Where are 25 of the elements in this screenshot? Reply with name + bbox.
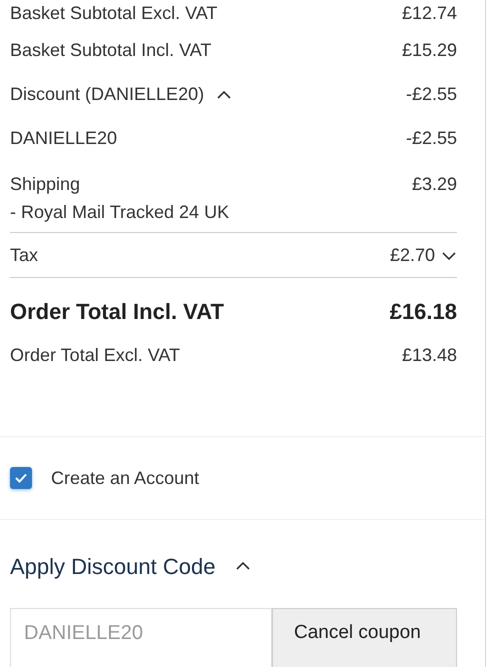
summary-amount: £13.48	[402, 344, 457, 366]
shipping-method: - Royal Mail Tracked 24 UK	[10, 201, 230, 224]
summary-label: Tax	[10, 244, 38, 266]
summary-amount: £2.70	[390, 244, 435, 266]
summary-label: Order Total Excl. VAT	[10, 344, 180, 366]
summary-label: Shipping	[10, 173, 82, 196]
summary-amount: £12.74	[402, 2, 457, 24]
total-amount: £16.18	[390, 298, 457, 326]
checkbox-label: Create an Account	[51, 466, 200, 490]
summary-label: Basket Subtotal Excl. VAT	[10, 2, 218, 24]
chevron-icon[interactable]	[441, 250, 457, 261]
checkbox[interactable]	[10, 467, 32, 489]
summary-amount: £15.29	[402, 38, 457, 62]
summary-amount: -£2.55	[406, 126, 457, 150]
summary-amount: £3.29	[412, 173, 457, 196]
summary-label: Discount (DANIELLE20)	[10, 82, 204, 106]
cancel-coupon-button[interactable]: Cancel coupon	[272, 608, 457, 667]
summary-label: DANIELLE20	[10, 126, 118, 150]
chevron-icon[interactable]	[235, 560, 252, 571]
total-label: Order Total Incl. VAT	[10, 298, 224, 326]
checkmark-icon	[14, 472, 28, 484]
summary-amount: -£2.55	[406, 82, 457, 106]
section-title[interactable]: Apply Discount Code	[10, 550, 216, 582]
chevron-icon[interactable]	[216, 90, 232, 100]
summary-label: Basket Subtotal Incl. VAT	[10, 38, 212, 62]
